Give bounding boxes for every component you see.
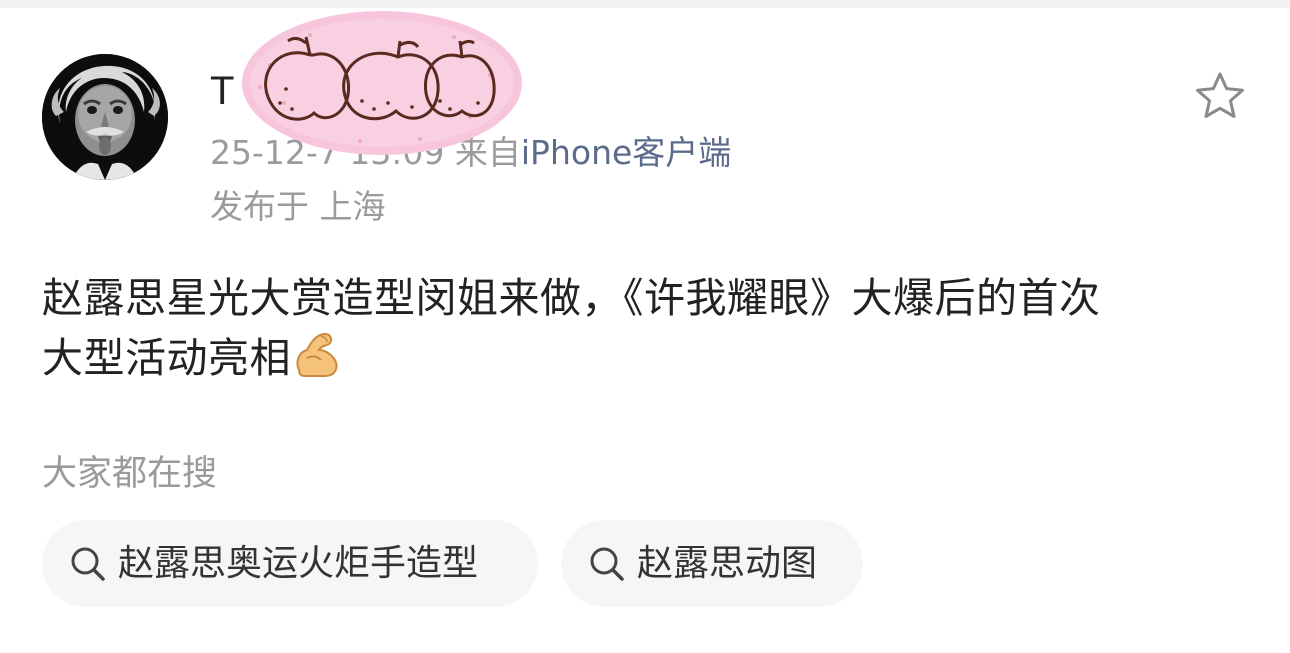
post-location: 发布于 上海 [210,187,386,226]
search-chip-gif[interactable]: 赵露思动图 [561,520,863,607]
search-icon [71,547,105,581]
search-chip-label: 赵露思动图 [637,542,818,584]
top-divider [0,0,1290,8]
star-outline-icon[interactable] [1194,70,1246,122]
flexed-biceps-icon [296,332,338,377]
search-icon [590,547,624,581]
post-text-line1: 赵露思星光大赏造型闵姐来做，《许我耀眼》大爆后的首次 [42,274,1101,322]
post-content: 赵露思星光大赏造型闵姐来做，《许我耀眼》大爆后的首次 大型活动亮相 [42,268,1252,388]
avatar[interactable] [42,54,168,180]
post-text-line2: 大型活动亮相 [42,334,291,382]
post-text-line2-wrap: 大型活动亮相 [42,328,1252,388]
trending-search-label: 大家都在搜 [42,454,218,494]
username[interactable]: T [210,66,234,116]
search-chip-label: 赵露思奥运火炬手造型 [118,542,479,584]
einstein-avatar-icon [42,54,168,180]
weibo-post-screen: T 25-12-7 13:09 来自iPhone客户端 发布于 上海 赵露思星光… [0,0,1290,653]
apple-sticker-censor-icon [242,11,522,155]
source-client-link[interactable]: iPhone客户端 [521,133,731,172]
search-chip-torch-look[interactable]: 赵露思奥运火炬手造型 [42,520,538,607]
